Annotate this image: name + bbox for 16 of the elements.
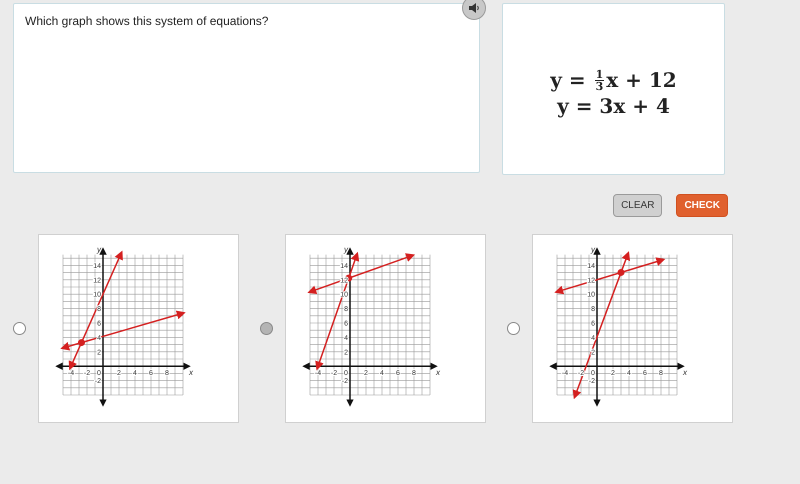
speaker-icon[interactable]	[462, 0, 486, 20]
intersection-point	[618, 268, 625, 276]
axis-label: y	[344, 245, 348, 254]
question-text: Which graph shows this system of equations?	[25, 14, 268, 28]
radio-button[interactable]	[13, 322, 26, 335]
axis-label: x	[683, 368, 687, 378]
check-button[interactable]: CHECK	[676, 194, 728, 217]
axis-label: x	[189, 368, 193, 378]
intersection-point	[78, 339, 85, 346]
axis-label: x	[436, 368, 440, 378]
equation: y = 3x + 4	[557, 94, 670, 118]
clear-button[interactable]: CLEAR	[613, 194, 662, 217]
axis-label: y	[97, 245, 101, 254]
radio-button[interactable]	[507, 322, 520, 335]
axis-label: y	[591, 245, 595, 254]
radio-button[interactable]	[260, 322, 273, 335]
